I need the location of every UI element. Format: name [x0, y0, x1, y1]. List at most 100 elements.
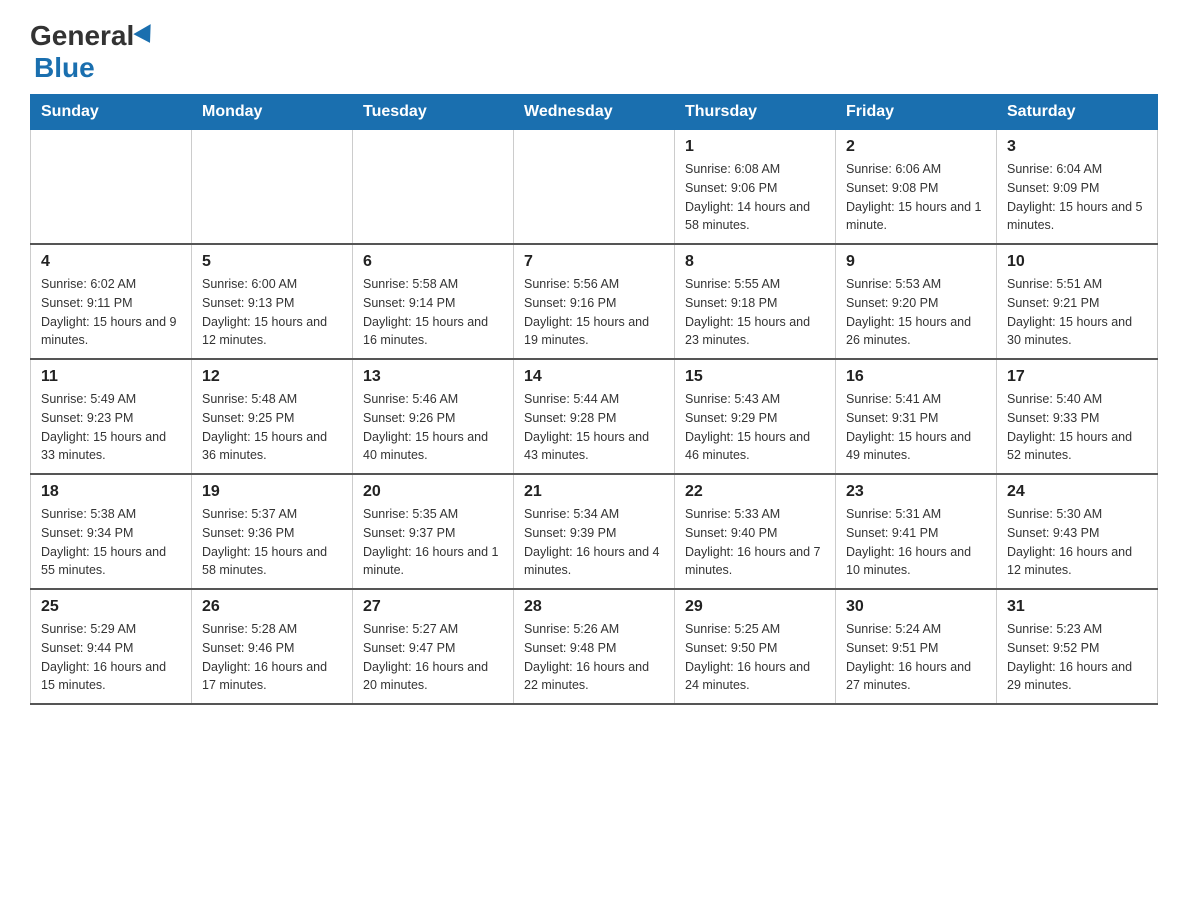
day-info: Sunrise: 5:26 AM Sunset: 9:48 PM Dayligh… [524, 620, 664, 695]
logo-text: General [30, 20, 156, 52]
calendar-cell: 2 Sunrise: 6:06 AM Sunset: 9:08 PM Daylig… [836, 130, 997, 245]
day-info: Sunrise: 5:35 AM Sunset: 9:37 PM Dayligh… [363, 505, 503, 580]
day-header-monday: Monday [192, 95, 353, 130]
calendar-table: SundayMondayTuesdayWednesdayThursdayFrid… [30, 94, 1158, 705]
calendar-cell: 30 Sunrise: 5:24 AM Sunset: 9:51 PM Dayli… [836, 589, 997, 704]
day-info: Sunrise: 5:41 AM Sunset: 9:31 PM Dayligh… [846, 390, 986, 465]
day-info: Sunrise: 5:55 AM Sunset: 9:18 PM Dayligh… [685, 275, 825, 350]
day-info: Sunrise: 5:44 AM Sunset: 9:28 PM Dayligh… [524, 390, 664, 465]
day-number: 11 [41, 368, 181, 386]
day-number: 4 [41, 253, 181, 271]
day-info: Sunrise: 5:29 AM Sunset: 9:44 PM Dayligh… [41, 620, 181, 695]
day-number: 21 [524, 483, 664, 501]
day-info: Sunrise: 5:27 AM Sunset: 9:47 PM Dayligh… [363, 620, 503, 695]
calendar-cell: 10 Sunrise: 5:51 AM Sunset: 9:21 PM Dayli… [997, 244, 1158, 359]
calendar-cell: 14 Sunrise: 5:44 AM Sunset: 9:28 PM Dayli… [514, 359, 675, 474]
day-info: Sunrise: 6:00 AM Sunset: 9:13 PM Dayligh… [202, 275, 342, 350]
day-number: 10 [1007, 253, 1147, 271]
day-number: 9 [846, 253, 986, 271]
day-info: Sunrise: 5:30 AM Sunset: 9:43 PM Dayligh… [1007, 505, 1147, 580]
day-number: 7 [524, 253, 664, 271]
calendar-cell: 13Sunrise: 5:46 AM Sunset: 9:26 PM Dayli… [353, 359, 514, 474]
day-info: Sunrise: 5:37 AM Sunset: 9:36 PM Dayligh… [202, 505, 342, 580]
day-number: 6 [363, 253, 503, 271]
page-header: General Blue [30, 20, 1158, 84]
day-number: 2 [846, 138, 986, 156]
calendar-cell: 19 Sunrise: 5:37 AM Sunset: 9:36 PM Dayli… [192, 474, 353, 589]
day-info: Sunrise: 5:58 AM Sunset: 9:14 PM Dayligh… [363, 275, 503, 350]
calendar-week-row: 25 Sunrise: 5:29 AM Sunset: 9:44 PM Dayli… [31, 589, 1158, 704]
calendar-cell: 17 Sunrise: 5:40 AM Sunset: 9:33 PM Dayli… [997, 359, 1158, 474]
day-number: 26 [202, 598, 342, 616]
logo: General Blue [30, 20, 156, 84]
day-info: Sunrise: 5:48 AM Sunset: 9:25 PM Dayligh… [202, 390, 342, 465]
calendar-week-row: 4 Sunrise: 6:02 AM Sunset: 9:11 PM Daylig… [31, 244, 1158, 359]
logo-blue-text: Blue [34, 52, 95, 84]
calendar-cell: 18 Sunrise: 5:38 AM Sunset: 9:34 PM Dayli… [31, 474, 192, 589]
day-number: 22 [685, 483, 825, 501]
calendar-cell: 24 Sunrise: 5:30 AM Sunset: 9:43 PM Dayli… [997, 474, 1158, 589]
day-number: 25 [41, 598, 181, 616]
calendar-cell: 16 Sunrise: 5:41 AM Sunset: 9:31 PM Dayli… [836, 359, 997, 474]
day-number: 16 [846, 368, 986, 386]
day-info: Sunrise: 6:06 AM Sunset: 9:08 PM Dayligh… [846, 160, 986, 235]
calendar-cell [192, 130, 353, 245]
day-number: 24 [1007, 483, 1147, 501]
day-number: 15 [685, 368, 825, 386]
day-info: Sunrise: 5:49 AM Sunset: 9:23 PM Dayligh… [41, 390, 181, 465]
day-info: Sunrise: 5:53 AM Sunset: 9:20 PM Dayligh… [846, 275, 986, 350]
calendar-cell: 8Sunrise: 5:55 AM Sunset: 9:18 PM Daylig… [675, 244, 836, 359]
day-info: Sunrise: 5:38 AM Sunset: 9:34 PM Dayligh… [41, 505, 181, 580]
calendar-cell: 20 Sunrise: 5:35 AM Sunset: 9:37 PM Dayli… [353, 474, 514, 589]
calendar-cell: 26Sunrise: 5:28 AM Sunset: 9:46 PM Dayli… [192, 589, 353, 704]
calendar-week-row: 1 Sunrise: 6:08 AM Sunset: 9:06 PM Daylig… [31, 130, 1158, 245]
logo-general-text: General [30, 20, 134, 52]
calendar-cell: 29Sunrise: 5:25 AM Sunset: 9:50 PM Dayli… [675, 589, 836, 704]
day-header-sunday: Sunday [31, 95, 192, 130]
day-info: Sunrise: 5:24 AM Sunset: 9:51 PM Dayligh… [846, 620, 986, 695]
day-number: 1 [685, 138, 825, 156]
day-number: 19 [202, 483, 342, 501]
day-info: Sunrise: 5:23 AM Sunset: 9:52 PM Dayligh… [1007, 620, 1147, 695]
calendar-cell: 31 Sunrise: 5:23 AM Sunset: 9:52 PM Dayli… [997, 589, 1158, 704]
calendar-cell: 28Sunrise: 5:26 AM Sunset: 9:48 PM Dayli… [514, 589, 675, 704]
calendar-cell: 3 Sunrise: 6:04 AM Sunset: 9:09 PM Daylig… [997, 130, 1158, 245]
day-info: Sunrise: 5:40 AM Sunset: 9:33 PM Dayligh… [1007, 390, 1147, 465]
day-number: 14 [524, 368, 664, 386]
calendar-cell: 22 Sunrise: 5:33 AM Sunset: 9:40 PM Dayli… [675, 474, 836, 589]
day-info: Sunrise: 5:56 AM Sunset: 9:16 PM Dayligh… [524, 275, 664, 350]
calendar-cell [514, 130, 675, 245]
day-header-saturday: Saturday [997, 95, 1158, 130]
day-info: Sunrise: 5:31 AM Sunset: 9:41 PM Dayligh… [846, 505, 986, 580]
day-number: 31 [1007, 598, 1147, 616]
day-info: Sunrise: 5:51 AM Sunset: 9:21 PM Dayligh… [1007, 275, 1147, 350]
day-info: Sunrise: 5:34 AM Sunset: 9:39 PM Dayligh… [524, 505, 664, 580]
calendar-cell: 23 Sunrise: 5:31 AM Sunset: 9:41 PM Dayli… [836, 474, 997, 589]
day-info: Sunrise: 5:33 AM Sunset: 9:40 PM Dayligh… [685, 505, 825, 580]
calendar-cell: 7 Sunrise: 5:56 AM Sunset: 9:16 PM Daylig… [514, 244, 675, 359]
day-info: Sunrise: 6:04 AM Sunset: 9:09 PM Dayligh… [1007, 160, 1147, 235]
day-number: 23 [846, 483, 986, 501]
calendar-cell: 15Sunrise: 5:43 AM Sunset: 9:29 PM Dayli… [675, 359, 836, 474]
calendar-cell: 25 Sunrise: 5:29 AM Sunset: 9:44 PM Dayli… [31, 589, 192, 704]
day-number: 18 [41, 483, 181, 501]
day-number: 20 [363, 483, 503, 501]
day-info: Sunrise: 6:02 AM Sunset: 9:11 PM Dayligh… [41, 275, 181, 350]
calendar-cell: 6 Sunrise: 5:58 AM Sunset: 9:14 PM Daylig… [353, 244, 514, 359]
calendar-cell [353, 130, 514, 245]
day-info: Sunrise: 6:08 AM Sunset: 9:06 PM Dayligh… [685, 160, 825, 235]
calendar-cell: 21 Sunrise: 5:34 AM Sunset: 9:39 PM Dayli… [514, 474, 675, 589]
calendar-cell: 9 Sunrise: 5:53 AM Sunset: 9:20 PM Daylig… [836, 244, 997, 359]
calendar-week-row: 11 Sunrise: 5:49 AM Sunset: 9:23 PM Dayli… [31, 359, 1158, 474]
day-number: 30 [846, 598, 986, 616]
day-number: 5 [202, 253, 342, 271]
day-number: 17 [1007, 368, 1147, 386]
calendar-cell: 11 Sunrise: 5:49 AM Sunset: 9:23 PM Dayli… [31, 359, 192, 474]
day-header-thursday: Thursday [675, 95, 836, 130]
day-number: 27 [363, 598, 503, 616]
day-header-wednesday: Wednesday [514, 95, 675, 130]
calendar-cell: 5 Sunrise: 6:00 AM Sunset: 9:13 PM Daylig… [192, 244, 353, 359]
day-number: 13 [363, 368, 503, 386]
calendar-header-row: SundayMondayTuesdayWednesdayThursdayFrid… [31, 95, 1158, 130]
day-number: 3 [1007, 138, 1147, 156]
